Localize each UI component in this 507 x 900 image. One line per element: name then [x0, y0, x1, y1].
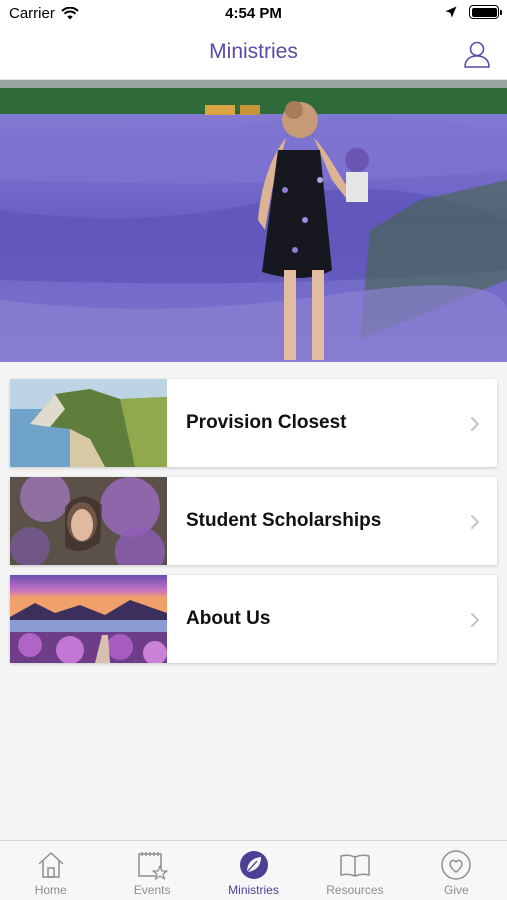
status-time: 4:54 PM [225, 5, 282, 22]
tab-home[interactable]: Home [0, 841, 101, 900]
tab-label: Events [133, 883, 171, 897]
about-us-thumbnail [10, 575, 167, 663]
tab-label: Give [443, 883, 469, 897]
tab-resources[interactable]: Resources [304, 841, 405, 900]
book-icon [340, 854, 370, 877]
house-icon [38, 852, 64, 878]
tab-label: Ministries [228, 883, 279, 897]
status-right [445, 5, 502, 19]
tab-ministries[interactable]: Ministries [203, 841, 304, 900]
chevron-right-icon [471, 417, 479, 431]
student-scholarships-thumbnail [10, 477, 167, 565]
ministry-label: About Us [186, 608, 271, 629]
ministry-label: Student Scholarships [186, 510, 382, 531]
location-arrow-icon [445, 6, 457, 18]
calendar-star-icon [138, 852, 168, 880]
provision-closest-thumbnail [10, 379, 167, 467]
page-title: Ministries [209, 40, 298, 63]
chevron-right-icon [471, 613, 479, 627]
tab-give[interactable]: Give [406, 841, 507, 900]
heart-icon [441, 850, 472, 880]
tab-label: Home [34, 883, 67, 897]
chevron-right-icon [471, 515, 479, 529]
battery-icon [469, 5, 502, 19]
ministry-label: Provision Closest [186, 412, 347, 433]
ministry-card-provision-closest[interactable]: Provision Closest [10, 379, 497, 467]
tab-bar: Home Events Ministries Resources Give [0, 840, 507, 900]
lavender-field-photo [0, 80, 507, 362]
tab-events[interactable]: Events [101, 841, 202, 900]
leaf-icon [239, 851, 268, 879]
hero-image [0, 80, 507, 362]
nav-bar: Ministries [0, 28, 507, 80]
ministry-card-student-scholarships[interactable]: Student Scholarships [10, 477, 497, 565]
tab-label: Resources [326, 883, 384, 897]
profile-icon[interactable] [462, 39, 492, 69]
status-bar: Carrier 4:54 PM [0, 0, 507, 28]
ministry-card-about-us[interactable]: About Us [10, 575, 497, 663]
ministries-list: Provision Closest Student Scholarships A… [10, 379, 497, 673]
